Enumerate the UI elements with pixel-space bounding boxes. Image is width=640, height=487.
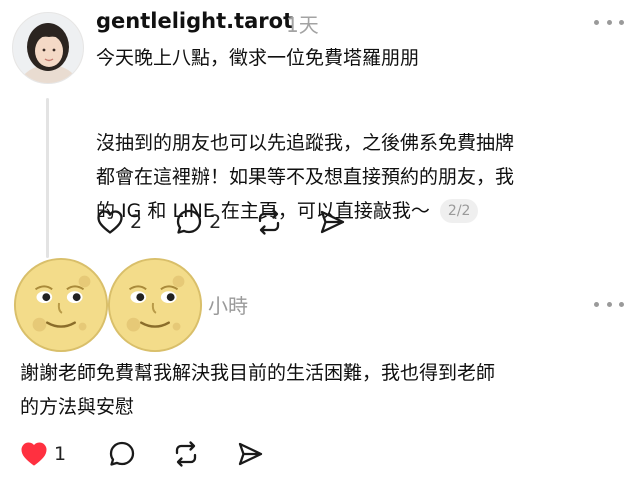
post-repost-button[interactable] bbox=[255, 208, 283, 236]
page-indicator: 2/2 bbox=[439, 199, 479, 223]
avatar-photo bbox=[13, 13, 83, 83]
reply-actions: 1 bbox=[20, 440, 264, 468]
full-moon-face-icon bbox=[107, 257, 203, 353]
post-like-button[interactable]: 2 bbox=[96, 209, 142, 235]
post-share-button[interactable] bbox=[318, 208, 346, 236]
comment-icon bbox=[175, 208, 203, 236]
reply-more-icon[interactable] bbox=[594, 298, 624, 310]
reply-like-count: 1 bbox=[54, 443, 67, 465]
post-time: 1天 bbox=[286, 13, 319, 37]
reply-like-button[interactable]: 1 bbox=[20, 441, 66, 467]
reply-text-line: 謝謝老師免費幫我解決我目前的生活困難，我也得到老師 bbox=[20, 362, 496, 384]
reply-avatar-moon-left bbox=[12, 256, 110, 358]
post-actions: 2 2 bbox=[96, 208, 346, 236]
repost-icon bbox=[172, 440, 200, 468]
comment-icon bbox=[108, 440, 136, 468]
reply-text: 謝謝老師免費幫我解決我目前的生活困難，我也得到老師 的方法與安慰 bbox=[20, 356, 620, 424]
post-paragraph-line: 都會在這裡辦！如果等不及想直接預約的朋友，我 bbox=[96, 166, 515, 188]
reply-author-name[interactable]: 小時 bbox=[208, 290, 248, 319]
post-author-name[interactable]: gentlelight.tarot bbox=[96, 9, 293, 33]
post-paragraph-line: 沒抽到的朋友也可以先追蹤我，之後佛系免費抽牌 bbox=[96, 132, 515, 154]
post-more-icon[interactable] bbox=[594, 16, 624, 28]
heart-icon bbox=[96, 209, 124, 235]
post-text-line1: 今天晚上八點，徵求一位免費塔羅朋朋 bbox=[96, 47, 420, 69]
post-comment-count: 2 bbox=[209, 211, 222, 233]
author-avatar[interactable] bbox=[12, 12, 84, 84]
repost-icon bbox=[255, 208, 283, 236]
reply-repost-button[interactable] bbox=[172, 440, 200, 468]
reply-text-line: 的方法與安慰 bbox=[20, 396, 135, 418]
send-icon bbox=[236, 440, 264, 468]
heart-filled-icon bbox=[20, 441, 48, 467]
thread-connector-line bbox=[46, 98, 49, 258]
post-comment-button[interactable]: 2 bbox=[175, 208, 221, 236]
reply-share-button[interactable] bbox=[236, 440, 264, 468]
reply-comment-button[interactable] bbox=[108, 440, 136, 468]
send-icon bbox=[318, 208, 346, 236]
reply-avatar-moon-right bbox=[106, 256, 204, 358]
post-like-count: 2 bbox=[130, 211, 143, 233]
full-moon-face-icon bbox=[13, 257, 109, 353]
